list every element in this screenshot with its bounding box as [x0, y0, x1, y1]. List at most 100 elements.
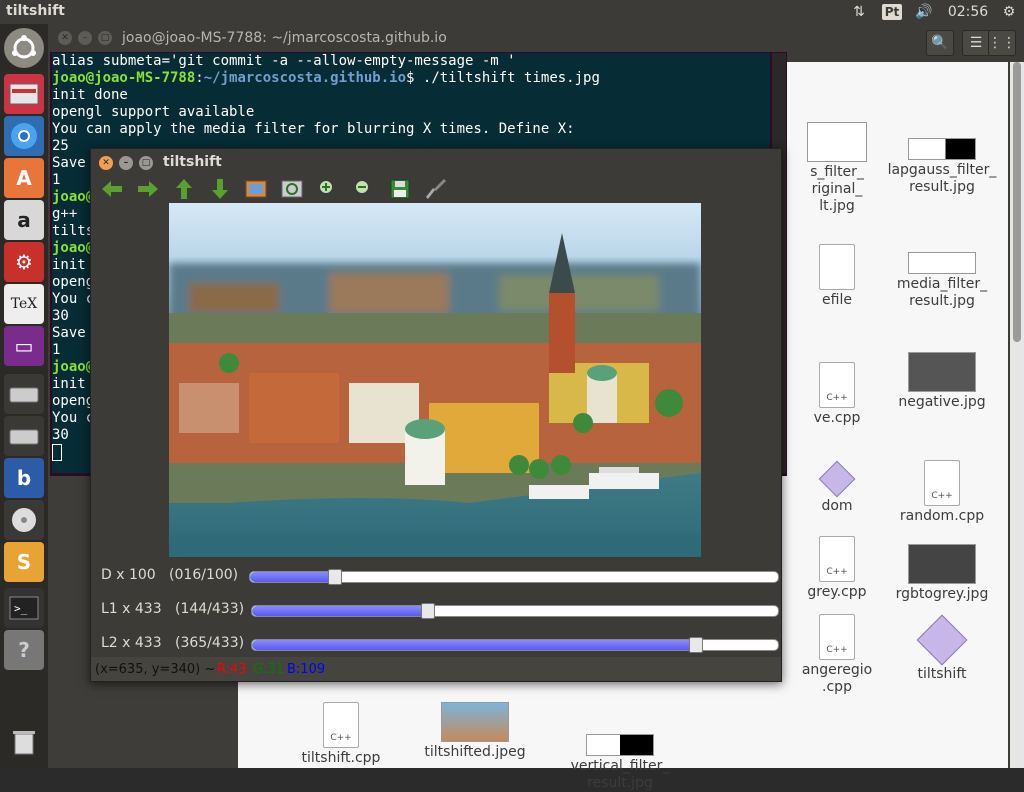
file-item[interactable]: media_filter_ result.jpg: [872, 252, 1012, 310]
image-view-icon[interactable]: [245, 178, 267, 200]
maximize-icon[interactable]: □: [139, 156, 153, 170]
grid-view-icon[interactable]: ⋮⋮: [988, 30, 1016, 56]
pixel-blue-value: B:109: [287, 662, 326, 677]
file-name-line3: lt.jpg: [819, 198, 855, 214]
software-center-icon[interactable]: A: [4, 158, 44, 198]
slider-fill: [250, 572, 334, 582]
file-name: tiltshift: [917, 666, 967, 682]
slider-handle[interactable]: [421, 603, 435, 619]
workspace-switcher-icon[interactable]: ▭: [4, 326, 44, 366]
pixel-red-value: R:43: [217, 662, 247, 677]
file-name: negative.jpg: [898, 394, 986, 410]
file-name-line2: result.jpg: [587, 775, 653, 791]
tiltshift-image[interactable]: [169, 203, 701, 557]
file-item[interactable]: vertical_filter_ result.jpg: [550, 734, 690, 792]
launcher: A a ⚙ TeX ▭ b S >_ ?: [0, 24, 49, 768]
clock[interactable]: 02:56: [944, 2, 992, 22]
file-grid-scrollbar[interactable]: [1010, 62, 1024, 768]
file-thumbnail: [807, 122, 867, 162]
slider-value-text: (144/433): [174, 601, 245, 617]
file-name-line2: result.jpg: [909, 293, 975, 309]
file-name-line2: result.jpg: [909, 179, 975, 195]
active-app-title: tiltshift: [6, 3, 65, 19]
file-name: tiltshifted.jpeg: [424, 744, 526, 760]
maximize-icon[interactable]: □: [98, 31, 112, 45]
list-view-icon[interactable]: ☰: [962, 30, 990, 56]
pan-left-icon[interactable]: [101, 178, 123, 200]
tiltshift-titlebar[interactable]: ✕ – □ tiltshift: [91, 149, 781, 175]
slider-label: L2 x 433 (365/433): [101, 635, 244, 651]
keyboard-layout-indicator[interactable]: Pt: [880, 2, 904, 22]
zoom-in-icon[interactable]: [317, 178, 339, 200]
slider-value-text: (016/100): [169, 567, 239, 583]
file-thumbnail: [908, 544, 976, 584]
file-name: tiltshift.cpp: [301, 750, 381, 766]
file-thumbnail: [441, 702, 509, 742]
drive-icon-2[interactable]: [4, 416, 44, 456]
terminal-line: alias submeta='git commit -a --allow-emp…: [52, 53, 516, 69]
keyboard-layout-label: Pt: [881, 4, 903, 20]
slider-label-text: D x 100: [101, 567, 156, 583]
file-item[interactable]: C++ tiltshift.cpp: [276, 702, 406, 767]
status-bar: (x=635, y=340) ~ R:43 G:31 B:109: [91, 657, 781, 681]
close-icon[interactable]: ✕: [58, 31, 72, 45]
help-icon[interactable]: ?: [4, 630, 44, 670]
save-icon[interactable]: [389, 178, 411, 200]
slider-d-track[interactable]: [249, 569, 779, 585]
file-thumbnail: [908, 352, 976, 392]
file-item[interactable]: lapgauss_filter_ result.jpg: [872, 138, 1012, 196]
trash-icon[interactable]: [4, 722, 44, 762]
dash-home-icon[interactable]: [4, 28, 44, 68]
files-icon[interactable]: [4, 74, 44, 114]
network-transfer-icon[interactable]: ⇅: [848, 2, 870, 22]
minimize-icon[interactable]: –: [119, 156, 133, 170]
terminal-titlebar[interactable]: ✕ – □ joao@joao-MS-7788: ~/jmarcoscosta.…: [50, 24, 787, 52]
slider-l2-track[interactable]: [251, 637, 779, 653]
file-document-icon: C++: [819, 536, 855, 582]
file-item[interactable]: tiltshifted.jpeg: [410, 702, 540, 761]
slider-row-d: D x 100 (016/100): [91, 565, 781, 587]
file-document-icon: C++: [819, 362, 855, 408]
pixel-green-value: G:31: [253, 662, 284, 677]
chromium-icon[interactable]: [4, 116, 44, 156]
search-icon[interactable]: 🔍: [926, 30, 954, 56]
prompt-path: ~/jmarcoscosta.github.io: [203, 70, 407, 86]
cursor-coordinates: (x=635, y=340) ~: [95, 662, 216, 677]
browser-b-icon[interactable]: b: [4, 458, 44, 498]
file-name: vertical_filter_: [570, 758, 670, 774]
zoom-region-icon[interactable]: [281, 178, 303, 200]
file-item[interactable]: negative.jpg: [872, 352, 1012, 411]
file-item[interactable]: C++ random.cpp: [872, 460, 1012, 525]
system-settings-icon[interactable]: ⚙: [4, 242, 44, 282]
tiltshift-title: tiltshift: [163, 154, 222, 170]
slider-value-text: (365/433): [174, 635, 245, 651]
pan-up-icon[interactable]: [173, 178, 195, 200]
zoom-out-icon[interactable]: [353, 178, 375, 200]
slider-row-l2: L2 x 433 (365/433): [91, 633, 781, 655]
volume-icon[interactable]: 🔊: [912, 2, 936, 22]
slider-label: L1 x 433 (144/433): [101, 601, 244, 617]
slider-handle[interactable]: [328, 569, 342, 585]
sublime-text-icon[interactable]: S: [4, 542, 44, 582]
pan-right-icon[interactable]: [137, 178, 159, 200]
system-menu-gear-icon[interactable]: ⚙: [998, 2, 1020, 22]
texworks-icon[interactable]: TeX: [4, 284, 44, 324]
file-document-icon: C++: [323, 702, 359, 748]
slider-handle[interactable]: [689, 637, 703, 653]
top-panel: tiltshift ⇅ Pt 🔊 02:56 ⚙: [0, 0, 1024, 24]
file-name: random.cpp: [899, 508, 985, 524]
pan-down-icon[interactable]: [209, 178, 231, 200]
properties-brush-icon[interactable]: [425, 178, 447, 200]
disk-utility-icon[interactable]: [4, 500, 44, 540]
file-thumbnail: [586, 734, 654, 756]
drive-icon[interactable]: [4, 374, 44, 414]
slider-l1-track[interactable]: [251, 603, 779, 619]
close-icon[interactable]: ✕: [99, 156, 113, 170]
amazon-icon[interactable]: a: [4, 200, 44, 240]
minimize-icon[interactable]: –: [78, 31, 92, 45]
scrollbar-thumb[interactable]: [1013, 62, 1021, 342]
file-item[interactable]: rgbtogrey.jpg: [872, 544, 1012, 603]
terminal-icon[interactable]: >_: [4, 588, 44, 628]
terminal-line: opengl support available: [52, 104, 255, 120]
file-item[interactable]: tiltshift: [872, 614, 1012, 683]
